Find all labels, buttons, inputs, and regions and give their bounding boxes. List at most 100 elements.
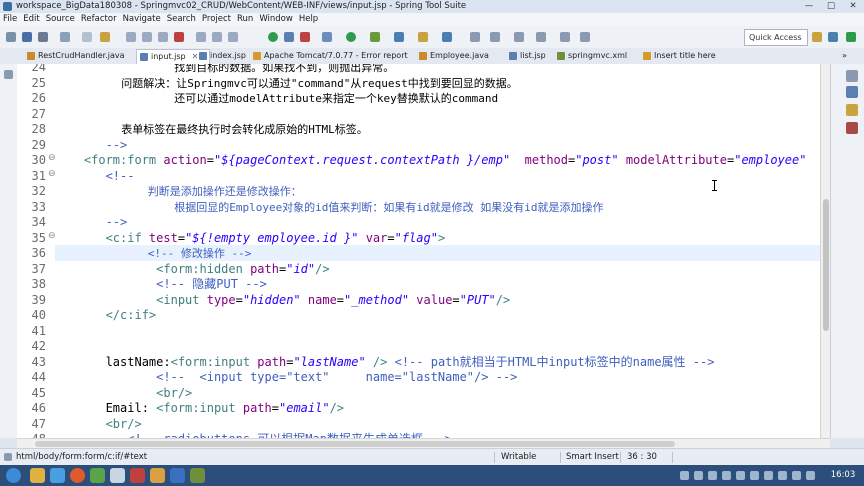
new-icon[interactable] [6, 32, 16, 42]
folder-icon[interactable] [150, 468, 165, 483]
code-line[interactable]: --> [55, 215, 128, 230]
tab-0[interactable]: RestCrudHandler.java [24, 49, 146, 63]
word-icon[interactable] [170, 468, 185, 483]
outline-icon[interactable] [846, 104, 858, 116]
code-line[interactable]: </c:if> [55, 308, 157, 323]
save-all-icon[interactable] [38, 32, 48, 42]
code-line[interactable]: <br/> [55, 417, 142, 432]
minimize-icon[interactable]: — [798, 0, 820, 13]
folding-ruler[interactable]: ⊖ ⊖ ⊖ [48, 64, 56, 438]
menu-navigate[interactable]: Navigate [120, 13, 164, 26]
menu-run[interactable]: Run [234, 13, 256, 26]
code-line[interactable]: 还可以通过modelAttribute来指定一个key替换默认的command [55, 91, 498, 106]
tab-7[interactable]: Insert title here [640, 49, 742, 63]
app-icon[interactable] [190, 468, 205, 483]
terminal-icon[interactable] [82, 32, 92, 42]
code-editor[interactable]: 24 25 26 27 28 29 30 31 32 33 34 35 36 37 38 39 40 41 42 43… [17, 64, 820, 438]
spring-tool-suite-taskbar-icon[interactable] [90, 468, 105, 483]
code-line[interactable]: <!-- [55, 169, 135, 184]
menu-window[interactable]: Window [256, 13, 296, 26]
minimize-view-icon[interactable] [846, 70, 858, 82]
code-line[interactable]: 判断是添加操作还是修改操作： [55, 184, 302, 199]
forward-icon[interactable] [580, 32, 590, 42]
junit-icon[interactable] [846, 122, 858, 134]
open-type-icon[interactable] [100, 32, 110, 42]
media-icon[interactable] [130, 468, 145, 483]
tray-icon[interactable] [708, 471, 717, 480]
menu-edit[interactable]: Edit [20, 13, 42, 26]
tab-3[interactable]: Apache Tomcat/7.0.77 - Error report [250, 49, 428, 63]
notepad-icon[interactable] [110, 468, 125, 483]
tray-icon[interactable] [736, 471, 745, 480]
annotation-prev-icon[interactable] [536, 32, 546, 42]
start-icon[interactable] [6, 468, 21, 483]
code-line[interactable]: 根据回显的Employee对象的id值来判断：如果有id就是修改 如果没有id就… [55, 200, 603, 215]
tray-icon[interactable] [722, 471, 731, 480]
perspective-icon[interactable] [812, 32, 822, 42]
server-icon[interactable] [284, 32, 294, 42]
menu-search[interactable]: Search [164, 13, 199, 26]
step-return-icon[interactable] [228, 32, 238, 42]
code-line[interactable]: <br/> [55, 386, 192, 401]
code-text-area[interactable]: 找到目标的数据。如果找不到，则抛出异常。 问题解决：让Springmvc可以通过… [55, 64, 820, 438]
external-tools-icon[interactable] [370, 32, 380, 42]
tray-icon[interactable] [680, 471, 689, 480]
stop-server-icon[interactable] [300, 32, 310, 42]
open-type-hierarchy-icon[interactable] [470, 32, 480, 42]
new-java-project-icon[interactable] [394, 32, 404, 42]
new-class-icon[interactable] [442, 32, 452, 42]
skip-breakpoints-icon[interactable] [126, 32, 136, 42]
maximize-icon[interactable]: □ [820, 0, 842, 13]
debug-icon[interactable] [322, 32, 332, 42]
tab-6[interactable]: springmvc.xml [554, 49, 648, 63]
run-icon[interactable] [346, 32, 356, 42]
menu-help[interactable]: Help [296, 13, 321, 26]
tab-4[interactable]: Employee.java [416, 49, 516, 63]
annotation-next-icon[interactable] [514, 32, 524, 42]
package-explorer-icon[interactable] [846, 86, 858, 98]
quick-access-input[interactable]: Quick Access [744, 29, 808, 46]
code-line[interactable]: Email: <form:input path="email"/> [55, 401, 344, 416]
tray-icon[interactable] [694, 471, 703, 480]
search-icon[interactable] [490, 32, 500, 42]
print-icon[interactable] [60, 32, 70, 42]
code-line[interactable]: <!-- <input type="text" name="lastName"/… [55, 370, 517, 385]
resume-icon[interactable] [142, 32, 152, 42]
chrome-icon[interactable] [70, 468, 85, 483]
java-ee-perspective-icon[interactable] [828, 32, 838, 42]
input-method-icon[interactable] [792, 471, 801, 480]
code-line[interactable]: <form:form action="${pageContext.request… [55, 153, 807, 168]
step-into-icon[interactable] [196, 32, 206, 42]
terminate-icon[interactable] [174, 32, 184, 42]
code-line[interactable]: <!-- 隐藏PUT --> [55, 277, 267, 292]
menu-project[interactable]: Project [199, 13, 234, 26]
volume-icon[interactable] [778, 471, 787, 480]
code-line[interactable]: lastName:<form:input path="lastName" /> … [55, 355, 715, 370]
browser-icon[interactable] [50, 468, 65, 483]
taskbar-clock[interactable]: 16:03 [826, 468, 860, 483]
step-over-icon[interactable] [212, 32, 222, 42]
code-line[interactable]: --> [55, 138, 128, 153]
back-icon[interactable] [560, 32, 570, 42]
save-icon[interactable] [22, 32, 32, 42]
close-icon[interactable]: ✕ [842, 0, 864, 13]
suspend-icon[interactable] [158, 32, 168, 42]
menu-source[interactable]: Source [43, 13, 78, 26]
notification-icon[interactable] [806, 471, 815, 480]
code-line[interactable]: 表单标签在最终执行时会转化成原始的HTML标签。 [55, 122, 368, 137]
code-line[interactable]: <!-- 修改操作 --> [55, 246, 252, 261]
new-package-icon[interactable] [418, 32, 428, 42]
code-line[interactable]: <form:hidden path="id"/> [55, 262, 329, 277]
more-tabs-icon[interactable]: » [840, 49, 847, 63]
spring-perspective-icon[interactable] [846, 32, 856, 42]
restore-icon[interactable] [4, 70, 13, 79]
boot-dashboard-icon[interactable] [268, 32, 278, 42]
horizontal-scroll-thumb[interactable] [35, 441, 675, 447]
file-explorer-icon[interactable] [30, 468, 45, 483]
code-line[interactable]: 找到目标的数据。如果找不到，则抛出异常。 [55, 64, 394, 75]
code-line[interactable]: 问题解决：让Springmvc可以通过"command"从request中找到要… [55, 76, 518, 91]
tray-icon[interactable] [750, 471, 759, 480]
vertical-scroll-thumb[interactable] [823, 199, 829, 331]
menu-refactor[interactable]: Refactor [78, 13, 120, 26]
network-icon[interactable] [764, 471, 773, 480]
